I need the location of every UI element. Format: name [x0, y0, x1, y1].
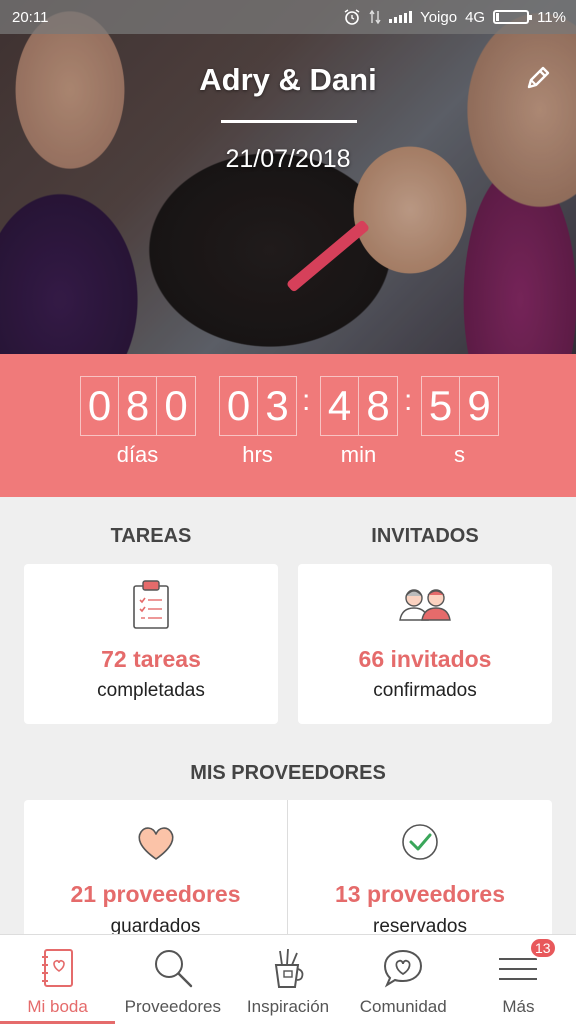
guests-title: INVITADOS: [371, 525, 479, 547]
heart-icon: [137, 827, 174, 860]
check-circle-icon: [402, 824, 438, 860]
days-digits: 0 8 0: [80, 376, 196, 436]
days-digit: 0: [164, 382, 188, 429]
nav-label: Más: [502, 997, 535, 1016]
battery-percent: 11%: [537, 8, 566, 26]
guests-icon: [399, 589, 451, 621]
nav-label: Proveedores: [124, 997, 221, 1016]
notification-badge: 13: [528, 937, 557, 959]
tasks-card[interactable]: 72 tareas completadas: [24, 564, 278, 724]
seconds-label: s: [454, 442, 465, 467]
minutes-digits: 4 8: [320, 376, 398, 436]
colon-separator: :: [404, 384, 413, 417]
hours-label: hrs: [242, 442, 273, 467]
nav-inspiracion[interactable]: Inspiración: [230, 935, 345, 1024]
network-type: 4G: [465, 8, 486, 26]
minutes-digit: 8: [366, 382, 390, 429]
title-divider: [221, 120, 357, 123]
colon-separator: :: [302, 384, 311, 417]
pencil-cup-icon: [274, 948, 304, 988]
hours-digit: 0: [220, 377, 258, 435]
clipboard-icon: [133, 580, 169, 629]
nav-proveedores[interactable]: Proveedores: [115, 935, 230, 1024]
nav-label: Mi boda: [27, 997, 88, 1016]
pencil-icon: [527, 66, 550, 89]
signal-icon: [389, 11, 413, 23]
guests-sub: confirmados: [373, 680, 477, 701]
nav-label: Inspiración: [246, 997, 330, 1016]
tasks-count: 72 tareas: [101, 646, 201, 672]
status-bar: 20:11 Yoigo 4G 11%: [0, 0, 576, 34]
edit-button[interactable]: [522, 62, 554, 94]
nav-mas[interactable]: 13 Más: [461, 935, 576, 1024]
countdown-panel: 0 8 0 0 3 : 4 8 : 5 9 días hrs min s: [0, 354, 576, 497]
days-digit: 0: [81, 377, 119, 435]
providers-title: MIS PROVEEDORES: [190, 762, 386, 784]
couple-name: Adry & Dani: [199, 62, 377, 97]
carrier-name: Yoigo: [420, 8, 458, 26]
bottom-navigation: Mi boda Proveedores Inspiración Comunida…: [0, 934, 576, 1024]
minutes-label: min: [340, 442, 377, 467]
seconds-digit: 5: [422, 377, 460, 435]
battery-icon: [493, 10, 533, 24]
hours-digits: 0 3: [219, 376, 297, 436]
minutes-digit: 4: [321, 377, 359, 435]
saved-count: 21 proveedores: [70, 881, 241, 907]
data-transfer-icon: [369, 9, 381, 25]
alarm-icon: [344, 9, 360, 25]
hours-digit: 3: [265, 382, 289, 429]
photo-overlay: [0, 0, 576, 354]
days-label: días: [116, 442, 159, 467]
search-icon: [154, 950, 192, 988]
tasks-sub: completadas: [97, 680, 205, 701]
status-time: 20:11: [12, 8, 49, 26]
chat-heart-icon: [384, 949, 423, 988]
couple-photo[interactable]: Adry & Dani 21/07/2018: [0, 0, 576, 354]
status-right: Yoigo 4G 11%: [343, 8, 566, 26]
guests-count: 66 invitados: [358, 646, 492, 672]
wedding-date: 21/07/2018: [225, 145, 351, 173]
guests-card[interactable]: 66 invitados confirmados: [298, 564, 552, 724]
notebook-icon: [41, 949, 73, 987]
nav-label: Comunidad: [359, 997, 447, 1016]
nav-comunidad[interactable]: Comunidad: [346, 935, 461, 1024]
seconds-digits: 5 9: [421, 376, 499, 436]
tasks-title: TAREAS: [110, 525, 192, 547]
seconds-digit: 9: [467, 382, 491, 429]
days-digit: 8: [119, 377, 157, 435]
app-screen: Adry & Dani 21/07/2018 20:11 Yoigo 4G 11…: [0, 0, 576, 1024]
booked-count: 13 proveedores: [334, 881, 506, 907]
nav-mi-boda[interactable]: Mi boda: [0, 935, 116, 1024]
